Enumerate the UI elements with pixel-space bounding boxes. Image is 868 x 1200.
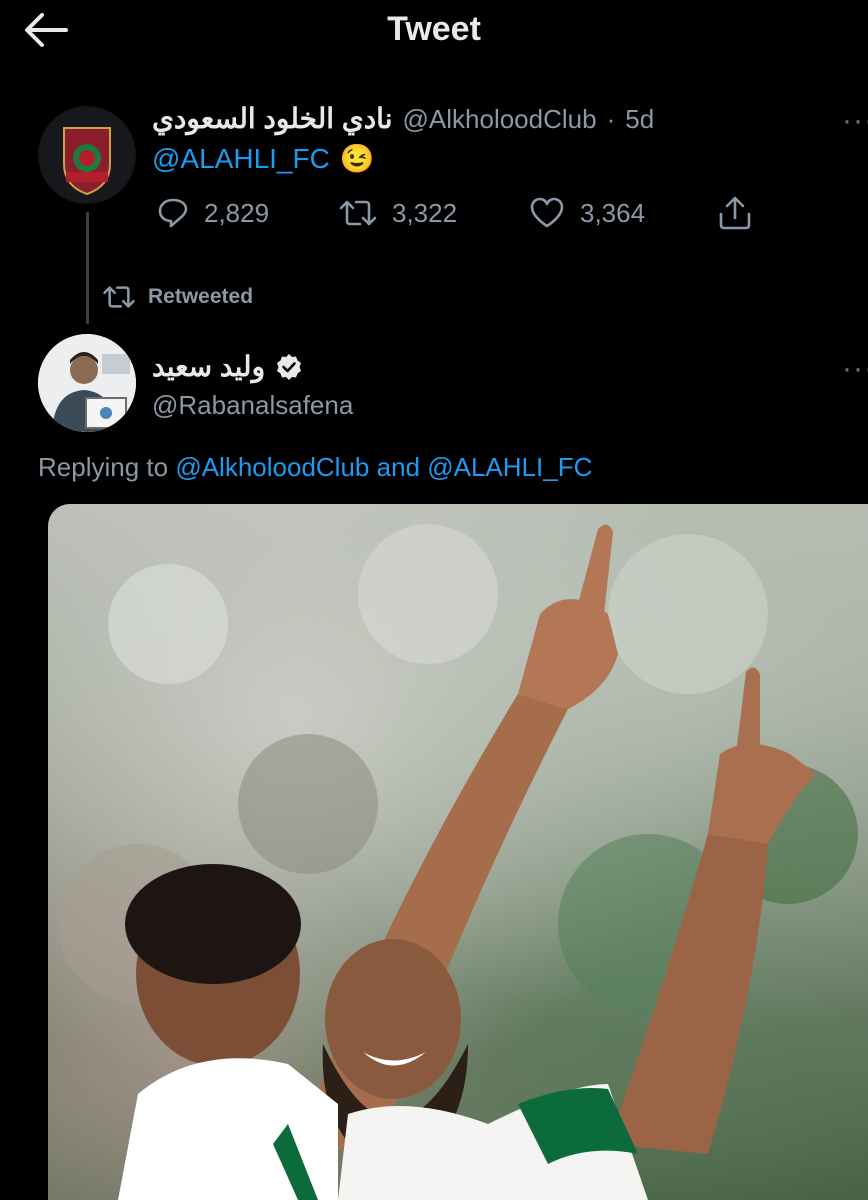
walid-avatar[interactable] (38, 334, 136, 432)
reply-count: 2,829 (204, 197, 270, 228)
replying-user-alkholood[interactable]: @AlkholoodClub (175, 452, 369, 482)
reply-icon (158, 198, 188, 228)
mention-link[interactable]: @ALAHLI_FC (152, 143, 330, 175)
share-icon (719, 196, 751, 230)
like-count: 3,364 (580, 197, 646, 228)
retweet-small-icon (103, 286, 135, 308)
replying-prefix: Replying to (38, 452, 169, 482)
main-more-button[interactable]: ··· (842, 352, 868, 386)
replying-and: and (376, 452, 420, 482)
verified-badge-icon (277, 353, 302, 380)
tweet-photo[interactable] (48, 504, 868, 1200)
celebration-photo-icon (58, 524, 858, 1200)
main-handle[interactable]: @Rabanalsafena (152, 390, 353, 421)
replying-user-alahli[interactable]: @ALAHLI_FC (427, 452, 592, 482)
reply-button[interactable]: 2,829 (156, 196, 269, 230)
quoted-handle[interactable]: @AlkholoodClub (403, 104, 597, 135)
retweeted-indicator: Retweeted (102, 282, 253, 312)
club-crest-icon (40, 108, 134, 202)
alkholood-avatar[interactable] (38, 106, 136, 204)
profile-photo-icon (38, 334, 136, 432)
thread-line (86, 212, 89, 324)
page-title: Tweet (387, 10, 481, 48)
retweet-button[interactable]: 3,322 (338, 196, 457, 230)
retweet-count: 3,322 (392, 197, 458, 228)
quoted-more-button[interactable]: ··· (842, 104, 868, 138)
quoted-time[interactable]: 5d (625, 104, 654, 135)
heart-icon (530, 197, 564, 228)
quoted-display-name[interactable]: نادي الخلود السعودي (152, 102, 393, 135)
replying-to: Replying to @AlkholoodClub and @ALAHLI_F… (38, 452, 592, 483)
main-display-name[interactable]: وليد سعيد (152, 350, 265, 383)
share-button[interactable] (716, 194, 754, 237)
retweet-icon (339, 200, 377, 226)
retweeted-label: Retweeted (148, 285, 254, 308)
time-separator: · (606, 104, 616, 134)
wink-emoji: 😉 (339, 143, 375, 174)
like-button[interactable]: 3,364 (528, 196, 645, 230)
